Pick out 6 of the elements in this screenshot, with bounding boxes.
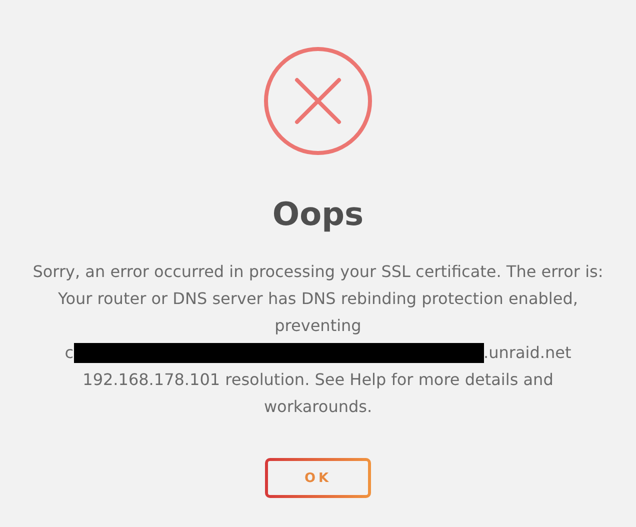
dialog-title: Oops xyxy=(272,194,364,234)
host-text: .unraid.net xyxy=(484,342,572,364)
ok-button[interactable]: OK xyxy=(265,458,371,498)
error-message: 192.168.178.101 resolution. See Help for more details and workarounds. xyxy=(82,369,554,418)
host-text: c xyxy=(64,342,74,364)
error-icon xyxy=(263,46,373,156)
